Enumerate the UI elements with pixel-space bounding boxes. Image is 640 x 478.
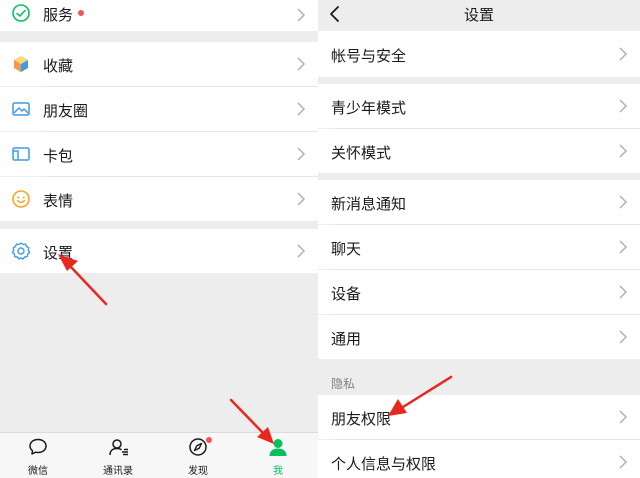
page-title: 设置 [463, 6, 494, 24]
menu-item-label: 收藏 [43, 57, 74, 75]
menu-item-label: 卡包 [43, 147, 74, 165]
notification-dot [78, 10, 84, 16]
tab-label: 我 [273, 466, 283, 477]
chat-icon [29, 438, 47, 455]
menu-item-label: 表情 [43, 192, 74, 210]
section-header-privacy: 隐私 [331, 377, 356, 391]
settings-item-personal-info[interactable]: 个人信息与权限 [318, 440, 640, 478]
chevron-right-icon [619, 240, 628, 254]
chevron-right-icon [297, 147, 306, 161]
tab-label: 发现 [188, 466, 208, 477]
settings-item-label: 个人信息与权限 [331, 455, 437, 473]
chevron-right-icon [619, 410, 628, 424]
menu-item-label: 服务 [43, 6, 74, 24]
menu-item-settings[interactable]: 设置 [0, 229, 318, 273]
chevron-right-icon [619, 455, 628, 469]
me-page: 服务 收藏 朋友圈 卡包 表情 设置 微信 通讯录 发现 我 [0, 0, 318, 478]
menu-item-label: 朋友圈 [43, 102, 89, 120]
settings-item-devices[interactable]: 设备 [318, 270, 640, 314]
discover-icon [189, 438, 207, 456]
settings-item-chat[interactable]: 聊天 [318, 225, 640, 269]
settings-item-label: 新消息通知 [331, 195, 407, 213]
menu-item-moments[interactable]: 朋友圈 [0, 87, 318, 131]
tab-me[interactable]: 我 [243, 433, 313, 478]
tab-contacts[interactable]: 通讯录 [83, 433, 153, 478]
settings-item-account-security[interactable]: 帐号与安全 [318, 31, 640, 77]
chevron-right-icon [619, 144, 628, 158]
sticker-icon [11, 189, 31, 209]
settings-item-teen-mode[interactable]: 青少年模式 [318, 84, 640, 128]
chevron-right-icon [619, 47, 628, 61]
settings-item-general[interactable]: 通用 [318, 315, 640, 359]
contacts-icon [109, 439, 128, 456]
card-wallet-icon [11, 144, 31, 164]
chevron-right-icon [619, 195, 628, 209]
settings-item-label: 朋友权限 [331, 410, 392, 428]
settings-item-label: 聊天 [331, 240, 362, 258]
chevron-right-icon [297, 102, 306, 116]
menu-item-card-wallet[interactable]: 卡包 [0, 132, 318, 176]
chevron-right-icon [619, 99, 628, 113]
navigation-bar: 设置 [318, 0, 640, 31]
chevron-right-icon [297, 8, 306, 22]
settings-page: 设置 帐号与安全 青少年模式 关怀模式 新消息通知 聊天 设备 通用 隐私 朋友… [318, 0, 640, 478]
tab-discover[interactable]: 发现 [163, 433, 233, 478]
settings-item-label: 关怀模式 [331, 144, 392, 162]
settings-item-friend-permissions[interactable]: 朋友权限 [318, 395, 640, 439]
me-icon [269, 439, 287, 456]
chevron-right-icon [297, 244, 306, 258]
chevron-right-icon [297, 57, 306, 71]
settings-item-label: 设备 [331, 285, 362, 303]
bottom-tab-bar: 微信 通讯录 发现 我 [0, 432, 318, 478]
gear-icon [11, 241, 31, 261]
settings-item-label: 青少年模式 [331, 99, 407, 117]
menu-item-label: 设置 [43, 244, 74, 262]
tab-label: 通讯录 [103, 466, 133, 477]
chevron-right-icon [297, 192, 306, 206]
chevron-right-icon [619, 285, 628, 299]
settings-item-label: 帐号与安全 [331, 47, 407, 65]
tab-chats[interactable]: 微信 [3, 433, 73, 478]
menu-item-favorites[interactable]: 收藏 [0, 42, 318, 86]
moments-icon [11, 99, 31, 119]
tab-label: 微信 [28, 466, 48, 477]
service-icon [11, 3, 31, 23]
notification-dot [206, 437, 212, 443]
favorites-icon [11, 54, 31, 74]
settings-item-notifications[interactable]: 新消息通知 [318, 180, 640, 224]
menu-item-stickers[interactable]: 表情 [0, 177, 318, 221]
settings-item-care-mode[interactable]: 关怀模式 [318, 129, 640, 173]
chevron-right-icon [619, 330, 628, 344]
menu-item-services[interactable]: 服务 [0, 0, 318, 31]
settings-item-label: 通用 [331, 330, 362, 348]
